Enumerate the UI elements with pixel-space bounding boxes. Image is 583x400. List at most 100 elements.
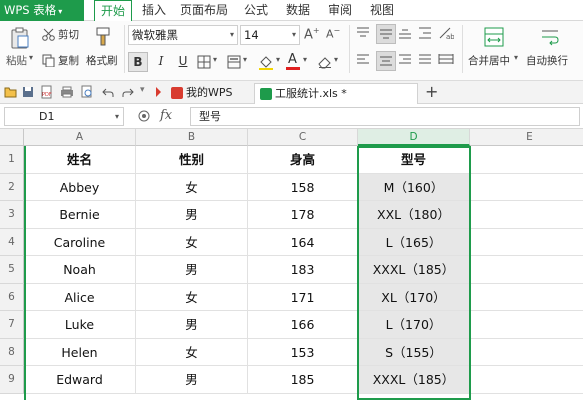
column-header-e[interactable]: E (470, 129, 583, 146)
table-cell[interactable]: 178 (248, 201, 358, 229)
align-center-button[interactable] (376, 51, 396, 71)
undo-icon[interactable] (102, 86, 114, 98)
align-middle-button[interactable] (376, 24, 396, 44)
table-cell[interactable] (470, 174, 583, 201)
save-icon[interactable] (22, 86, 34, 98)
table-cell[interactable]: 183 (248, 256, 358, 284)
table-cell[interactable]: 女 (136, 338, 248, 366)
table-cell[interactable]: S（155） (358, 338, 470, 366)
row-header[interactable]: 5 (0, 256, 24, 284)
borders-button[interactable]: ▾ (196, 53, 224, 71)
pin-icon[interactable] (150, 86, 162, 98)
table-cell[interactable] (470, 201, 583, 229)
header-cell[interactable]: 身高 (248, 146, 358, 174)
format-painter-button[interactable]: 格式刷 (86, 25, 120, 71)
table-cell[interactable]: Edward (24, 366, 136, 394)
tab-insert[interactable]: 插入 (138, 0, 170, 21)
table-cell[interactable]: Luke (24, 311, 136, 339)
zoom-icon[interactable] (138, 110, 151, 123)
indent-button[interactable] (418, 26, 436, 44)
table-cell[interactable]: 女 (136, 283, 248, 311)
app-menu-button[interactable]: WPS 表格 ▾ (0, 0, 84, 21)
font-size-select[interactable]: 14 ▾ (240, 25, 300, 45)
add-tab-button[interactable]: + (425, 82, 438, 101)
redo-icon[interactable] (122, 86, 134, 98)
table-cell[interactable]: 女 (136, 228, 248, 256)
row-header[interactable]: 2 (0, 173, 24, 201)
table-cell[interactable]: Abbey (24, 173, 136, 201)
table-cell[interactable]: 男 (136, 311, 248, 339)
tab-my-wps[interactable]: 我的WPS (166, 83, 254, 104)
align-top-button[interactable] (356, 26, 374, 44)
paste-button[interactable]: 粘贴 ▾ (6, 25, 36, 71)
table-cell[interactable] (470, 229, 583, 256)
table-cell[interactable]: XL（170） (358, 283, 470, 311)
table-cell[interactable]: Helen (24, 338, 136, 366)
insert-function-button[interactable]: fx (160, 108, 172, 123)
table-cell[interactable]: 男 (136, 201, 248, 229)
table-cell[interactable]: 185 (248, 366, 358, 394)
table-cell[interactable]: 171 (248, 283, 358, 311)
table-cell[interactable] (470, 311, 583, 339)
justify-button[interactable] (418, 53, 436, 71)
copy-button[interactable]: 复制 (42, 53, 82, 69)
align-left-button[interactable] (356, 53, 374, 71)
row-header[interactable]: 9 (0, 366, 24, 394)
bold-button[interactable]: B (128, 52, 148, 72)
table-cell[interactable]: Noah (24, 256, 136, 284)
row-header[interactable]: 1 (0, 146, 24, 174)
header-cell[interactable]: 性别 (136, 146, 248, 174)
header-cell[interactable]: 姓名 (24, 146, 136, 174)
merge-style-button[interactable]: ▾ (226, 53, 254, 71)
table-cell[interactable]: Bernie (24, 201, 136, 229)
table-cell[interactable]: 男 (136, 366, 248, 394)
wrap-text-button[interactable]: 自动换行 (526, 25, 576, 71)
table-cell[interactable]: Caroline (24, 228, 136, 256)
table-cell[interactable]: M（160） (358, 173, 470, 201)
column-header-c[interactable]: C (248, 129, 358, 146)
table-cell[interactable]: 男 (136, 256, 248, 284)
tab-view[interactable]: 视图 (366, 0, 398, 21)
shrink-font-button[interactable]: A− (326, 26, 342, 44)
clear-button[interactable]: ▾ (316, 53, 344, 71)
header-cell[interactable] (470, 146, 583, 174)
table-cell[interactable]: 158 (248, 173, 358, 201)
fill-color-button[interactable]: ▾ (258, 53, 286, 71)
name-box[interactable]: D1 ▾ (4, 107, 124, 126)
italic-button[interactable]: I (152, 52, 170, 72)
table-cell[interactable] (470, 284, 583, 311)
formula-input[interactable]: 型号 (190, 107, 580, 126)
row-header[interactable]: 3 (0, 201, 24, 229)
align-bottom-button[interactable] (398, 26, 416, 44)
table-cell[interactable]: XXXL（185） (358, 366, 470, 394)
column-header-d[interactable]: D (358, 129, 470, 146)
merge-center-button[interactable]: 合并居中 ▾ (468, 25, 520, 71)
table-cell[interactable]: 164 (248, 228, 358, 256)
table-cell[interactable]: L（170） (358, 311, 470, 339)
font-color-button[interactable]: A ▾ (286, 52, 312, 71)
select-all-corner[interactable] (0, 129, 24, 146)
table-cell[interactable]: 女 (136, 173, 248, 201)
column-header-a[interactable]: A (24, 129, 136, 146)
column-header-b[interactable]: B (136, 129, 248, 146)
header-cell[interactable]: 型号 (358, 146, 470, 174)
tab-formulas[interactable]: 公式 (240, 0, 272, 21)
table-cell[interactable] (470, 366, 583, 394)
table-cell[interactable]: L（165） (358, 228, 470, 256)
tab-workbook[interactable]: 工服统计.xls * (254, 83, 418, 104)
pdf-export-icon[interactable]: PDF (40, 85, 53, 99)
print-preview-icon[interactable] (80, 85, 94, 99)
tab-data[interactable]: 数据 (282, 0, 314, 21)
chevron-down-icon[interactable]: ▾ (140, 85, 145, 95)
font-name-select[interactable]: 微软雅黑 ▾ (128, 25, 238, 45)
row-header[interactable]: 7 (0, 311, 24, 339)
tab-review[interactable]: 审阅 (324, 0, 356, 21)
folder-icon[interactable] (4, 86, 17, 98)
cut-button[interactable]: 剪切 (42, 27, 82, 43)
table-cell[interactable]: XXXL（185） (358, 256, 470, 284)
grow-font-button[interactable]: A+ (304, 26, 320, 44)
row-header[interactable]: 8 (0, 338, 24, 366)
table-cell[interactable] (470, 339, 583, 366)
print-icon[interactable] (60, 86, 74, 98)
table-cell[interactable]: Alice (24, 283, 136, 311)
